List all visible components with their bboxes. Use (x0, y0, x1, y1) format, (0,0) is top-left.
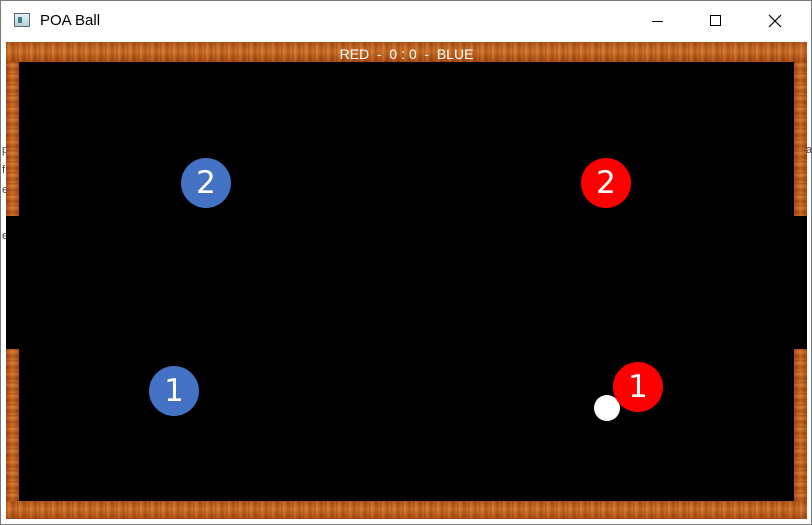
app-window: POA Ball p f e e a RED - 0 : 0 - B (0, 0, 812, 525)
right-rail-upper (794, 62, 807, 216)
left-rail-lower (6, 349, 19, 501)
window-title: POA Ball (40, 12, 101, 29)
bottom-rail (6, 501, 807, 519)
red-player-2: 2 (581, 158, 631, 208)
game-field[interactable]: RED - 0 : 0 - BLUE 2 2 1 1 (6, 42, 807, 519)
scoreboard: RED - 0 : 0 - BLUE (339, 46, 474, 62)
close-icon (768, 14, 782, 28)
app-window-icon (14, 13, 30, 27)
blue-player-2: 2 (181, 158, 231, 208)
close-button[interactable] (746, 1, 804, 41)
minimize-icon (652, 21, 663, 22)
left-rail-upper (6, 62, 19, 216)
blue-player-1: 1 (149, 366, 199, 416)
right-rail-lower (794, 349, 807, 501)
background-text-fragment: f (2, 164, 6, 176)
maximize-icon (710, 15, 721, 26)
title-bar[interactable]: POA Ball (1, 1, 811, 41)
red-player-1: 1 (613, 362, 663, 412)
minimize-button[interactable] (629, 1, 687, 41)
maximize-button[interactable] (687, 1, 745, 41)
